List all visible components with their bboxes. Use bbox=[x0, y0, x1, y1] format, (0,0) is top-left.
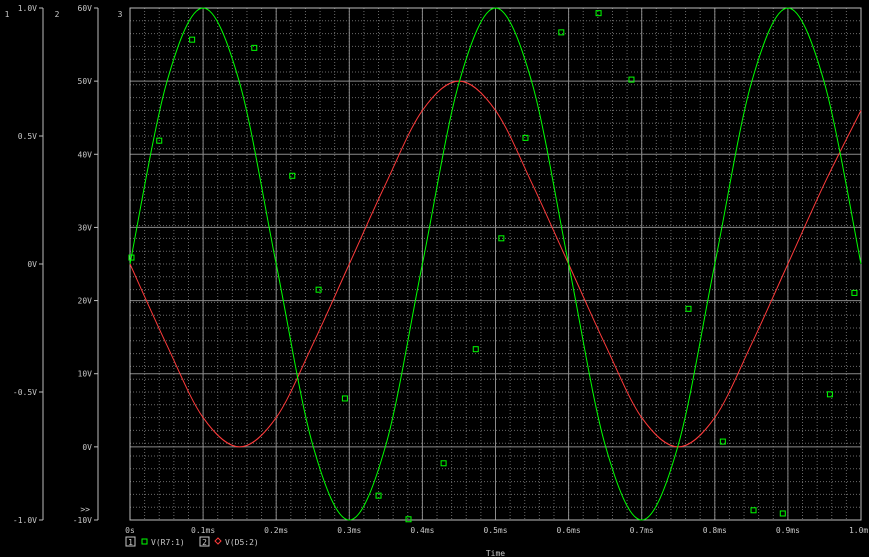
axis-1-tick-label: 1.0V bbox=[18, 4, 37, 13]
series-marker-vr7-1 bbox=[685, 305, 692, 312]
axis-2-tick-label: 40V bbox=[78, 150, 93, 159]
axis-1-tick-label: -1.0V bbox=[13, 516, 37, 525]
legend-series-label: V(D5:2) bbox=[225, 538, 259, 547]
x-tick-label: 0.7ms bbox=[630, 526, 654, 535]
x-tick-label: 0.1ms bbox=[191, 526, 215, 535]
series-marker-vr7-1 bbox=[851, 289, 858, 296]
series-marker-vr7-1 bbox=[341, 395, 348, 402]
axis-2-tick-label: 50V bbox=[78, 77, 93, 86]
x-tick-label: 1.0ms bbox=[849, 526, 869, 535]
axis-2-tick-label: -10V bbox=[73, 516, 92, 525]
series-marker-vr7-1 bbox=[405, 516, 412, 523]
x-tick-label: 0.8ms bbox=[703, 526, 727, 535]
axis-2-overflow-marker: >> bbox=[80, 505, 90, 514]
axis-1-id: 1 bbox=[5, 10, 10, 19]
axis-1-tick-label: 0.5V bbox=[18, 132, 37, 141]
axis-2-id: 2 bbox=[55, 10, 60, 19]
legend-marker-square bbox=[141, 538, 148, 545]
axis-2-tick-label: 0V bbox=[82, 443, 92, 452]
x-tick-label: 0.6ms bbox=[557, 526, 581, 535]
x-tick-label: 0.5ms bbox=[483, 526, 507, 535]
legend-axis-key: 1 bbox=[128, 538, 133, 547]
series-marker-vr7-1 bbox=[472, 346, 479, 353]
series-marker-vr7-1 bbox=[595, 10, 602, 17]
x-tick-label: 0s bbox=[125, 526, 135, 535]
x-tick-label: 0.9ms bbox=[776, 526, 800, 535]
x-tick-label: 0.2ms bbox=[264, 526, 288, 535]
x-tick-label: 0.3ms bbox=[337, 526, 361, 535]
axis-1-tick-label: -0.5V bbox=[13, 388, 37, 397]
series-marker-vr7-1 bbox=[750, 507, 757, 514]
axis-2-tick-label: 30V bbox=[78, 223, 93, 232]
axis-2-tick-label: 60V bbox=[78, 4, 93, 13]
series-marker-vr7-1 bbox=[558, 29, 565, 36]
series-marker-vr7-1 bbox=[189, 36, 196, 43]
series-marker-vr7-1 bbox=[440, 460, 447, 467]
legend-series-label: V(R7:1) bbox=[151, 538, 185, 547]
axis-1-tick-label: 0V bbox=[27, 260, 37, 269]
plot-chart: 1.0V0.5V0V-0.5V-1.0V160V50V40V30V20V10V0… bbox=[5, 4, 869, 557]
x-tick-label: 0.4ms bbox=[410, 526, 434, 535]
axis-3-id: 3 bbox=[118, 10, 123, 19]
axis-2-tick-label: 10V bbox=[78, 370, 93, 379]
series-marker-vr7-1 bbox=[779, 510, 786, 517]
legend-axis-key: 2 bbox=[202, 538, 207, 547]
axis-2-tick-label: 20V bbox=[78, 297, 93, 306]
x-axis-label: Time bbox=[486, 549, 505, 557]
legend-marker-diamond bbox=[214, 537, 222, 545]
